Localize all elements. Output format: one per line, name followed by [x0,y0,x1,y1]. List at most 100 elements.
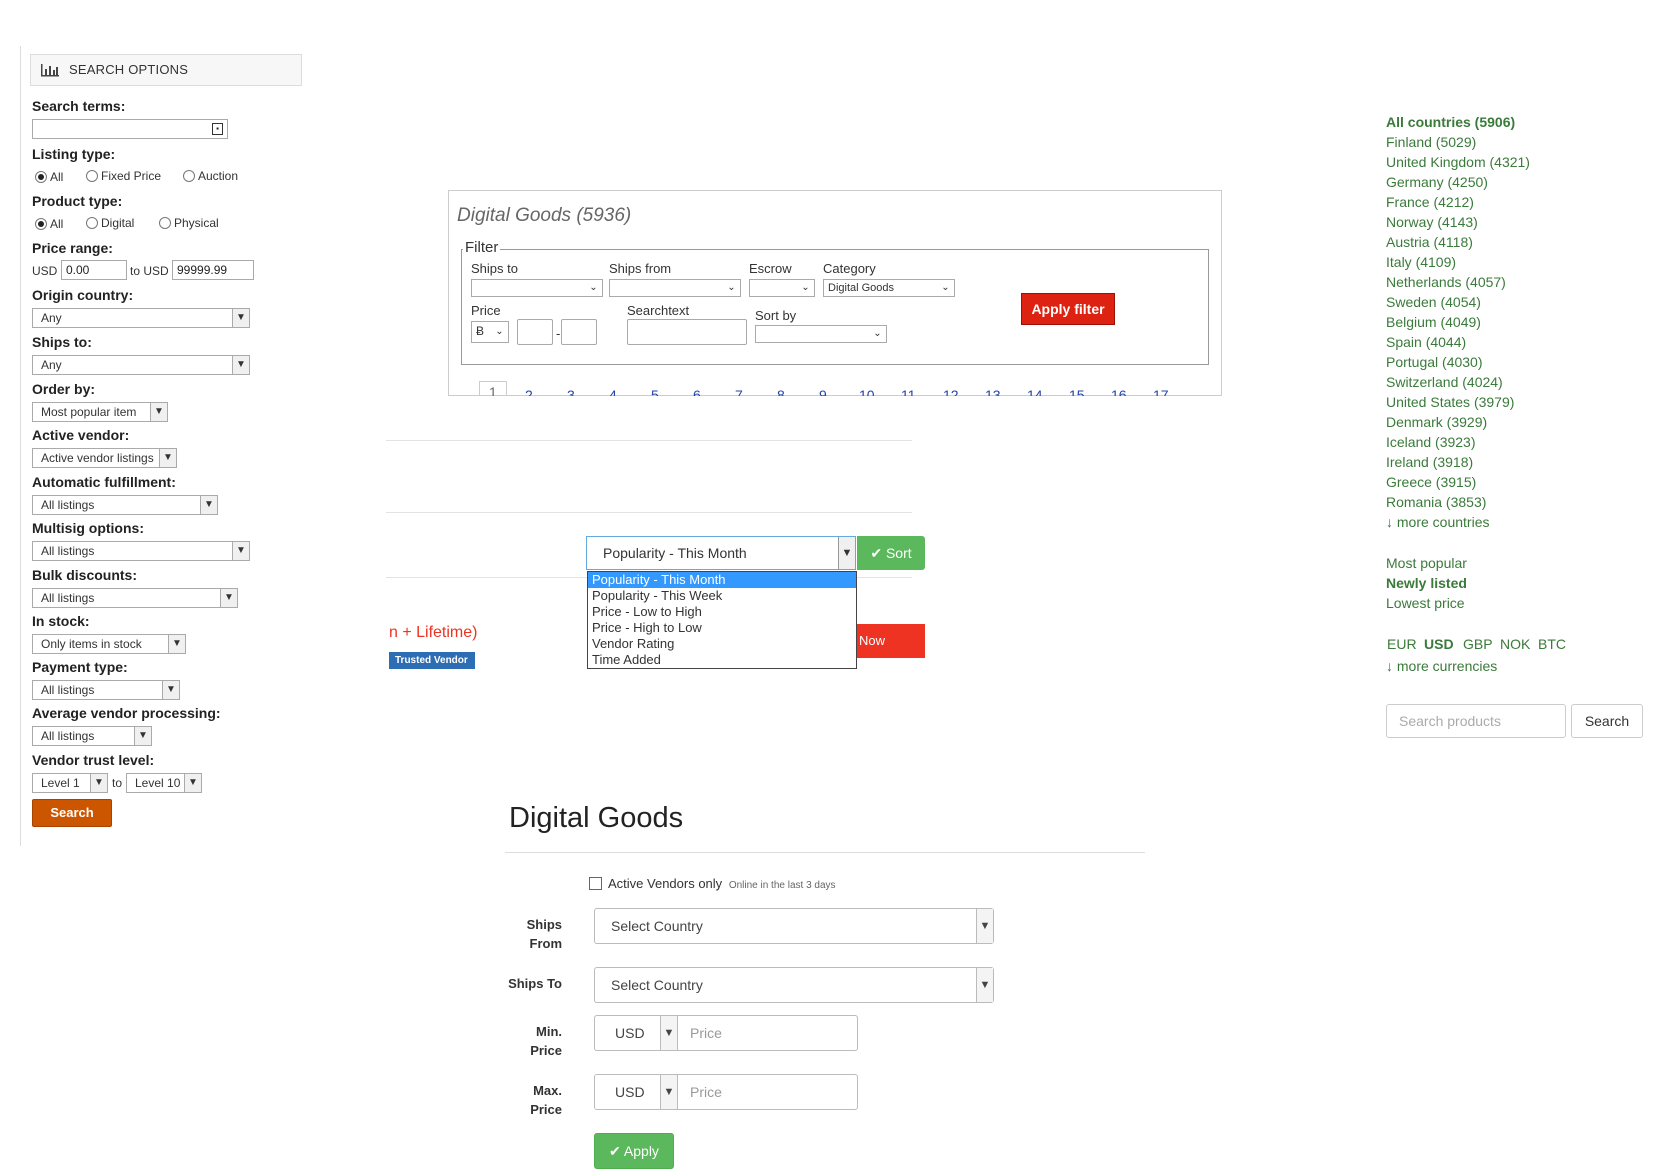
page-link[interactable]: 15 [1069,387,1085,396]
search-terms-input[interactable]: ▪ [32,119,228,139]
min-price-currency-select[interactable]: USD ▼ [594,1015,678,1051]
country-link[interactable]: United States (3979) [1386,394,1514,410]
country-link[interactable]: Belgium (4049) [1386,314,1481,330]
listing-type-auction-radio[interactable]: Auction [183,169,238,183]
filter-currency-select[interactable]: Ƀ ⌄ [471,321,509,343]
payment-type-select[interactable]: All listings ▼ [32,680,180,700]
currency-eur[interactable]: EUR [1387,636,1417,652]
apply-filter-button[interactable]: Apply filter [1021,293,1115,325]
currency-btc[interactable]: BTC [1538,636,1566,652]
sort-link-most-popular[interactable]: Most popular [1386,555,1467,571]
max-price-input[interactable]: Price [678,1074,858,1110]
country-link[interactable]: Germany (4250) [1386,174,1488,190]
max-price-currency-select[interactable]: USD ▼ [594,1074,678,1110]
trust-from-select[interactable]: Level 1 ▼ [32,773,108,793]
apply-button[interactable]: ✔ Apply [594,1133,674,1169]
page-link[interactable]: 17 [1153,387,1169,396]
price-min-input[interactable]: 0.00 [61,260,127,280]
page-link[interactable]: 14 [1027,387,1043,396]
ships-to-select[interactable]: Select Country ▼ [594,967,994,1003]
sort-button[interactable]: ✔ Sort [857,536,925,570]
filter-ships-from-select[interactable]: ⌄ [609,279,741,297]
country-link[interactable]: Iceland (3923) [1386,434,1476,450]
country-link[interactable]: Norway (4143) [1386,214,1478,230]
currency-nok[interactable]: NOK [1500,636,1530,652]
trust-to-select[interactable]: Level 10 ▼ [126,773,202,793]
country-link[interactable]: Denmark (3929) [1386,414,1487,430]
country-link[interactable]: Greece (3915) [1386,474,1476,490]
page-link[interactable]: 11 [901,387,916,396]
min-price-input[interactable]: Price [678,1015,858,1051]
auto-fulfillment-select[interactable]: All listings ▼ [32,495,218,515]
page-link[interactable]: 1 [479,381,507,396]
product-type-digital-radio[interactable]: Digital [86,216,134,230]
chevron-down-icon: ▼ [220,589,237,607]
country-link[interactable]: All countries (5906) [1386,114,1515,130]
product-type-all-radio[interactable]: All [35,217,63,231]
country-link[interactable]: France (4212) [1386,194,1474,210]
country-link[interactable]: United Kingdom (4321) [1386,154,1530,170]
filter-ships-to-select[interactable]: ⌄ [471,279,603,297]
bulk-discounts-select[interactable]: All listings ▼ [32,588,238,608]
country-link[interactable]: Switzerland (4024) [1386,374,1503,390]
page-link[interactable]: 12 [943,387,959,396]
sort-link-newly-listed[interactable]: Newly listed [1386,575,1467,591]
active-vendors-checkbox[interactable] [589,877,602,890]
filter-searchtext-input[interactable] [627,319,747,345]
in-stock-select[interactable]: Only items in stock ▼ [32,634,186,654]
page-link[interactable]: 4 [609,387,617,396]
country-link[interactable]: Ireland (3918) [1386,454,1473,470]
now-button[interactable]: Now [857,624,925,658]
country-link[interactable]: Finland (5029) [1386,134,1476,150]
filter-sort-by-select[interactable]: ⌄ [755,325,887,343]
multisig-select[interactable]: All listings ▼ [32,541,250,561]
more-countries-link[interactable]: ↓ more countries [1386,514,1489,530]
sort-option[interactable]: Popularity - This Week [588,588,856,604]
ships-from-select[interactable]: Select Country ▼ [594,908,994,944]
page-link[interactable]: 5 [651,387,659,396]
page-link[interactable]: 3 [567,387,575,396]
page-link[interactable]: 7 [735,387,743,396]
origin-country-select[interactable]: Any ▼ [32,308,250,328]
country-link[interactable]: Spain (4044) [1386,334,1466,350]
price-max-input[interactable]: 99999.99 [172,260,254,280]
sort-option[interactable]: Vendor Rating [588,636,856,652]
country-link[interactable]: Romania (3853) [1386,494,1486,510]
sort-option[interactable]: Time Added [588,652,856,668]
page-link[interactable]: 9 [819,387,827,396]
sort-select[interactable]: Popularity - This Month ▼ [586,536,856,570]
sidebar-search-button[interactable]: Search [32,799,112,827]
page-link[interactable]: 8 [777,387,785,396]
country-link[interactable]: Italy (4109) [1386,254,1456,270]
product-type-physical-radio[interactable]: Physical [159,216,219,230]
listing-type-all-radio[interactable]: All [35,170,63,184]
sort-link-lowest-price[interactable]: Lowest price [1386,595,1465,611]
sort-option[interactable]: Price - High to Low [588,620,856,636]
order-by-select[interactable]: Most popular item ▼ [32,402,168,422]
filter-price-min-input[interactable] [517,319,553,345]
filter-price-max-input[interactable] [561,319,597,345]
avg-processing-select[interactable]: All listings ▼ [32,726,152,746]
more-currencies-link[interactable]: ↓ more currencies [1386,658,1497,674]
page-link[interactable]: 2 [525,387,533,396]
search-input[interactable]: Search products [1386,704,1566,738]
active-vendor-select[interactable]: Active vendor listings ▼ [32,448,177,468]
active-vendors-checkbox-row[interactable]: Active Vendors only Online in the last 3… [589,876,836,891]
page-link[interactable]: 13 [985,387,1001,396]
page-link[interactable]: 10 [859,387,875,396]
country-link[interactable]: Portugal (4030) [1386,354,1483,370]
search-button[interactable]: Search [1571,704,1643,738]
ships-to-select[interactable]: Any ▼ [32,355,250,375]
page-link[interactable]: 6 [693,387,701,396]
currency-gbp[interactable]: GBP [1463,636,1493,652]
country-link[interactable]: Netherlands (4057) [1386,274,1506,290]
filter-category-select[interactable]: Digital Goods ⌄ [823,279,955,297]
country-link[interactable]: Sweden (4054) [1386,294,1481,310]
filter-escrow-select[interactable]: ⌄ [749,279,815,297]
listing-type-fixed-radio[interactable]: Fixed Price [86,169,161,183]
currency-usd[interactable]: USD [1424,636,1454,652]
page-link[interactable]: 16 [1111,387,1127,396]
country-link[interactable]: Austria (4118) [1386,234,1473,250]
sort-option[interactable]: Popularity - This Month [588,572,856,588]
sort-option[interactable]: Price - Low to High [588,604,856,620]
